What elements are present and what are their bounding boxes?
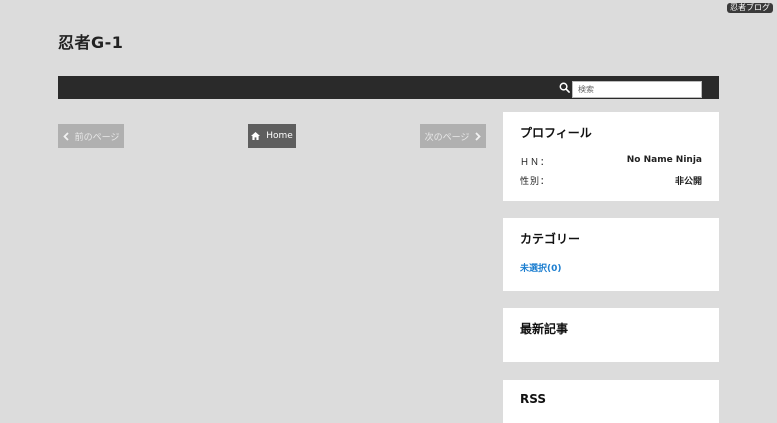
- profile-key: ＨＮ：: [520, 158, 551, 168]
- search-input[interactable]: [572, 81, 702, 98]
- prev-page-label: 前のページ: [74, 132, 120, 143]
- profile-row-gender: 性別： 非公開: [520, 174, 702, 187]
- profile-widget: プロフィール ＨＮ： No Name Ninja 性別： 非公開: [503, 112, 719, 201]
- category-link-unselected[interactable]: 未選択(0): [520, 261, 562, 274]
- site-title[interactable]: 忍者G-1: [58, 29, 123, 53]
- category-widget: カテゴリー 未選択(0): [503, 218, 719, 291]
- home-button[interactable]: Home: [248, 124, 296, 148]
- profile-row-hn: ＨＮ： No Name Ninja: [520, 155, 702, 168]
- prev-page-button[interactable]: 前のページ: [58, 124, 124, 148]
- next-page-button[interactable]: 次のページ: [420, 124, 486, 148]
- rss-title: RSS: [520, 392, 546, 406]
- home-icon: [251, 132, 261, 140]
- recent-posts-widget: 最新記事: [503, 308, 719, 362]
- next-page-label: 次のページ: [424, 132, 470, 143]
- profile-value: No Name Ninja: [626, 155, 702, 165]
- profile-title: プロフィール: [520, 126, 592, 140]
- search-icon[interactable]: [559, 82, 570, 93]
- home-label: Home: [266, 131, 293, 141]
- recent-posts-title: 最新記事: [520, 322, 569, 336]
- profile-value: 非公開: [674, 177, 702, 187]
- chevron-right-icon: [475, 131, 482, 141]
- category-title: カテゴリー: [520, 232, 581, 246]
- rss-widget: RSS: [503, 380, 719, 423]
- chevron-left-icon: [62, 131, 69, 141]
- profile-key: 性別：: [520, 177, 551, 187]
- ninja-blog-badge[interactable]: 忍者ブログ: [727, 3, 773, 13]
- top-navbar: [58, 76, 719, 99]
